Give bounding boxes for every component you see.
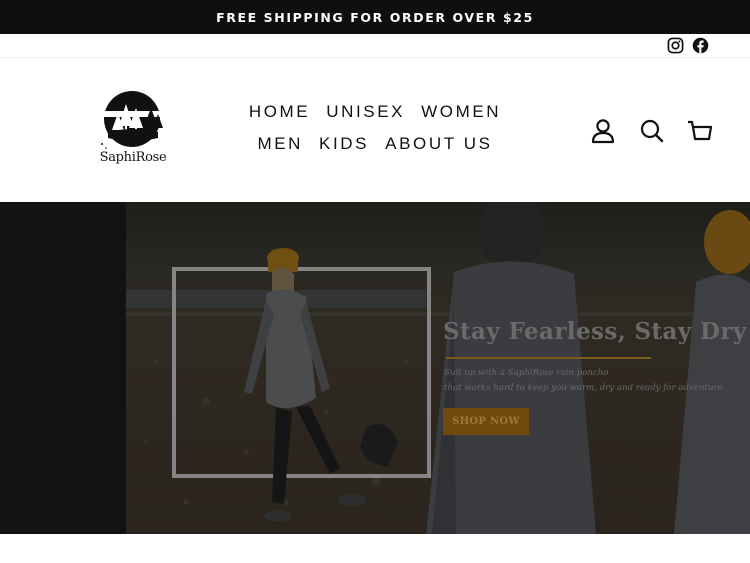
nav-item-unisex[interactable]: UNISEX — [326, 102, 405, 122]
hero-divider — [446, 357, 651, 359]
social-bar — [0, 34, 750, 58]
header-icons — [586, 118, 726, 144]
site-header: SaphiRose HOME UNISEX WOMEN MEN KIDS ABO… — [0, 58, 750, 202]
search-icon[interactable] — [638, 118, 666, 144]
facebook-icon[interactable] — [692, 37, 709, 54]
hero-title: Stay Fearless, Stay Dry — [443, 318, 747, 345]
hero-left-panel — [0, 202, 126, 534]
shop-now-button[interactable]: SHOP NOW — [443, 408, 529, 435]
nav-row-1: HOME UNISEX WOMEN — [240, 96, 510, 128]
hero-banner[interactable]: Stay Fearless, Stay Dry Suit up with a S… — [0, 202, 750, 534]
site-logo[interactable]: SaphiRose — [88, 86, 178, 176]
account-icon[interactable] — [589, 118, 617, 144]
page-content-area — [0, 534, 750, 563]
nav-row-2: MEN KIDS ABOUT US — [240, 128, 510, 160]
hero-subtitle-line-2: that works hard to keep you warm, dry an… — [444, 383, 723, 393]
nav-item-home[interactable]: HOME — [249, 102, 310, 122]
nav-item-men[interactable]: MEN — [257, 134, 303, 154]
main-nav: HOME UNISEX WOMEN MEN KIDS ABOUT US — [240, 96, 510, 160]
hero-subtitle-line-1: Suit up with a SaphiRose rain poncho — [444, 368, 609, 378]
nav-item-kids[interactable]: KIDS — [319, 134, 369, 154]
instagram-icon[interactable] — [667, 37, 684, 54]
nav-item-about-us[interactable]: ABOUT US — [385, 134, 492, 154]
nav-item-women[interactable]: WOMEN — [421, 102, 501, 122]
announcement-text: FREE SHIPPING FOR ORDER OVER $25 — [216, 9, 534, 25]
logo-text: SaphiRose — [99, 150, 167, 165]
announcement-bar: FREE SHIPPING FOR ORDER OVER $25 — [0, 0, 750, 34]
hero-subtitle: Suit up with a SaphiRose rain poncho tha… — [444, 366, 744, 396]
cart-icon[interactable] — [686, 118, 714, 144]
